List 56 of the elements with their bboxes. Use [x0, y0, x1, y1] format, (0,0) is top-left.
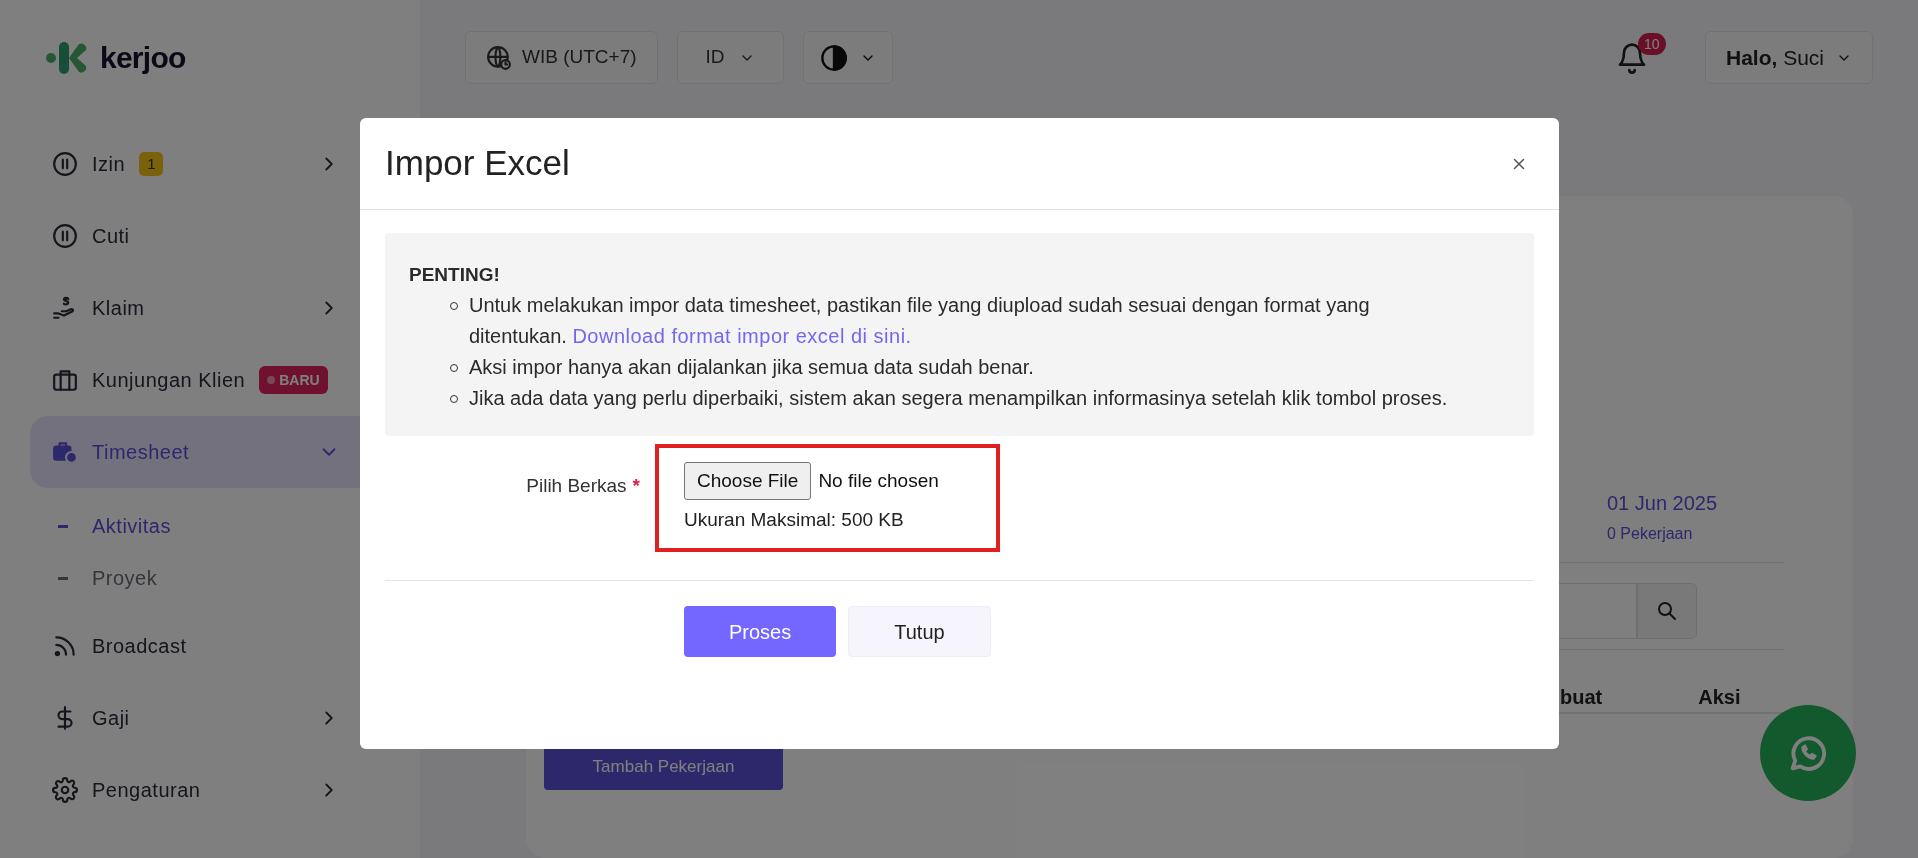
- submenu-item[interactable]: Aktivitas: [30, 500, 191, 552]
- contrast-icon: [819, 43, 848, 72]
- language-dropdown[interactable]: ID: [676, 31, 784, 84]
- sidebar-item[interactable]: Broadcast: [30, 610, 420, 682]
- badge-text: BARU: [279, 370, 320, 390]
- sidebar-label: Timesheet: [92, 440, 190, 465]
- theme-dropdown[interactable]: [802, 31, 893, 84]
- dash-icon: [58, 576, 68, 580]
- submenu-item[interactable]: Proyek: [30, 552, 178, 604]
- date-text: 01 Jun 2025: [1607, 491, 1719, 516]
- pause-icon: [52, 151, 78, 177]
- field-label: Pilih Berkas: [526, 474, 627, 498]
- column-header: Aksi: [1698, 685, 1741, 710]
- briefcase-clock-icon: [52, 439, 78, 465]
- notice-text: Aksi impor hanya akan dijalankan jika semua data sudah benar.: [469, 355, 1034, 380]
- briefcase-icon: [52, 367, 78, 393]
- sidebar-label: Izin: [92, 152, 126, 177]
- user-menu[interactable]: Halo, Suci: [1704, 31, 1873, 84]
- greeting-text: Halo, Suci: [1725, 44, 1824, 71]
- submenu-label: Proyek: [92, 566, 158, 591]
- notification-button[interactable]: 10: [1611, 31, 1672, 84]
- sidebar-item[interactable]: Pengaturan: [30, 754, 420, 826]
- globe-clock-icon: [486, 44, 512, 71]
- badge-text: 1: [147, 153, 156, 174]
- sidebar-item[interactable]: Kunjungan Klien BARU: [30, 344, 420, 416]
- file-input[interactable]: Choose File No file chosen Ukuran Maksimal: 500 KB: [655, 444, 1000, 552]
- notice-text: Untuk melakukan impor data timesheet, pastikan file yang diupload sudah sesuai dengan format yang ditentukan. Download format impor excel di sini.: [469, 293, 1371, 349]
- rss-icon: [52, 633, 78, 659]
- column-header: buat: [1560, 685, 1603, 710]
- sidebar-label: Klaim: [92, 296, 145, 321]
- sidebar-item[interactable]: Gaji: [30, 682, 420, 754]
- choose-file-button[interactable]: Choose File: [684, 462, 812, 500]
- sidebar-label: Pengaturan: [92, 778, 201, 803]
- sidebar-label: Gaji: [92, 706, 130, 731]
- close-dialog-button[interactable]: Tutup: [848, 606, 991, 657]
- modal-title: Impor Excel: [385, 142, 570, 185]
- download-link[interactable]: Download format impor excel di sini.: [572, 325, 912, 347]
- notice-text: Jika ada data yang perlu diperbaiki, sistem akan segera menampilkan informasinya setelah klik tombol proses.: [469, 386, 1448, 411]
- required-mark: *: [632, 474, 640, 498]
- sidebar-label: Cuti: [92, 224, 130, 249]
- gear-icon: [52, 777, 78, 803]
- process-button[interactable]: Proses: [684, 606, 837, 657]
- sidebar-label: Kunjungan Klien: [92, 368, 246, 393]
- sidebar-label: Broadcast: [92, 634, 187, 659]
- dash-icon: [58, 524, 68, 528]
- notification-count: 10: [1637, 33, 1666, 55]
- search-icon: [1655, 599, 1679, 623]
- pause-icon: [52, 223, 78, 249]
- logo-text: kerjoo: [100, 40, 186, 76]
- search-button[interactable]: [1637, 583, 1697, 639]
- submenu-label: Aktivitas: [92, 514, 171, 539]
- notice-heading: PENTING!: [409, 263, 501, 287]
- size-hint: Ukuran Maksimal: 500 KB: [684, 508, 905, 532]
- count-text: 0 Pekerjaan: [1607, 524, 1694, 544]
- file-status: No file chosen: [818, 468, 939, 493]
- timezone-button[interactable]: WIB (UTC+7): [465, 31, 658, 84]
